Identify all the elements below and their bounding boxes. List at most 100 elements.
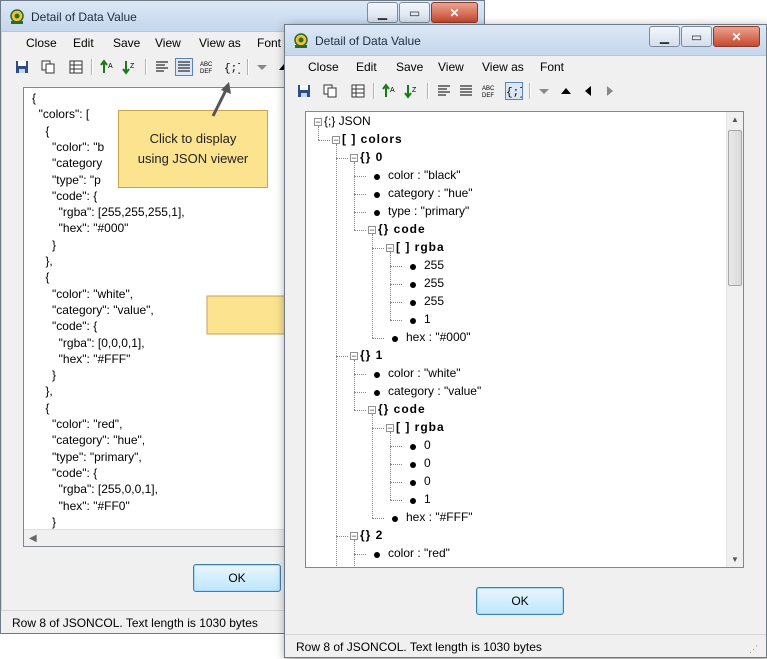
collapse-icon[interactable]: − — [350, 532, 358, 541]
menu-view-as[interactable]: View as — [482, 60, 524, 74]
close-window-button[interactable]: ✕ — [431, 2, 478, 23]
menu-close[interactable]: Close — [308, 60, 339, 74]
tree-leaf[interactable]: category : "hue" — [388, 186, 473, 200]
sort-asc-button[interactable]: A — [99, 58, 117, 76]
maximize-button[interactable]: ▭ — [399, 2, 430, 23]
tree-leaf[interactable]: color : "white" — [388, 366, 461, 380]
json-tree-view[interactable]: − {;} JSON −[ ] colors −{} 0 color : "black"… — [305, 111, 744, 568]
vertical-scrollbar[interactable]: ▲ ▼ — [726, 112, 743, 567]
tree-node[interactable]: [ ] rgba — [396, 240, 445, 254]
json-viewer-button[interactable]: {;} — [223, 58, 241, 76]
collapse-icon[interactable]: − — [386, 424, 394, 433]
collapse-icon[interactable]: − — [386, 244, 394, 253]
collapse-icon[interactable]: − — [368, 406, 376, 415]
text-view-button[interactable] — [175, 58, 193, 76]
svg-text:Z: Z — [130, 63, 135, 70]
json-viewer-button[interactable]: {;} — [505, 82, 523, 100]
tree-node[interactable]: [ ] colors — [342, 132, 403, 146]
menu-view[interactable]: View — [438, 60, 464, 74]
tree-node[interactable]: {} code — [378, 222, 426, 236]
wrap-tool-button[interactable] — [153, 58, 171, 76]
horizontal-scrollbar[interactable]: ◀ — [24, 529, 289, 546]
collapse-icon[interactable]: − — [332, 136, 340, 145]
collapse-icon[interactable]: − — [368, 226, 376, 235]
text-line: "category": "value", — [32, 302, 154, 317]
status-text: Row 8 of JSONCOL. Text length is 1030 by… — [12, 616, 258, 630]
dropdown-tool-button[interactable] — [253, 58, 271, 76]
tree-leaf[interactable]: 255 — [424, 276, 444, 290]
scroll-thumb[interactable] — [728, 130, 742, 286]
menu-view-as[interactable]: View as — [199, 36, 241, 50]
sort-ascending-icon: A — [100, 59, 113, 73]
tree-leaf[interactable]: hex : "#FFF" — [406, 510, 473, 524]
tree-leaf[interactable]: 255 — [424, 258, 444, 272]
grid-tool-button[interactable] — [349, 82, 367, 100]
text-view-button[interactable] — [457, 82, 475, 100]
minimize-button[interactable]: ▁ — [649, 26, 680, 47]
save-tool-button[interactable] — [13, 58, 31, 76]
maximize-icon: ▭ — [690, 29, 703, 44]
bullet-icon — [410, 300, 416, 306]
tree-node[interactable]: [ ] rgba — [396, 420, 445, 434]
tree-leaf[interactable]: category : "value" — [388, 384, 481, 398]
bullet-icon — [392, 336, 398, 342]
tree-leaf[interactable]: 0 — [424, 456, 431, 470]
menu-edit[interactable]: Edit — [356, 60, 377, 74]
collapse-icon[interactable]: − — [350, 154, 358, 163]
tree-node[interactable]: {} 2 — [360, 528, 383, 542]
bullet-icon — [410, 444, 416, 450]
copy-tool-button[interactable] — [321, 82, 339, 100]
scroll-up-icon[interactable]: ▲ — [731, 115, 739, 124]
save-tool-button[interactable] — [295, 82, 313, 100]
maximize-button[interactable]: ▭ — [681, 26, 712, 47]
wrap-tool-button[interactable] — [435, 82, 453, 100]
scroll-left-icon[interactable]: ◀ — [29, 533, 37, 544]
copy-tool-button[interactable] — [39, 58, 57, 76]
sort-asc-button[interactable]: A — [381, 82, 399, 100]
hex-view-button[interactable]: ABC DEF — [481, 82, 499, 100]
svg-text:DEF: DEF — [482, 93, 494, 98]
next-tool-button[interactable] — [601, 82, 619, 100]
tree-node[interactable]: {;} JSON — [324, 114, 371, 128]
grid-icon — [351, 84, 365, 98]
menu-view[interactable]: View — [155, 36, 181, 50]
menu-font[interactable]: Font — [257, 36, 281, 50]
ok-button[interactable]: OK — [476, 587, 564, 615]
svg-text:ABC: ABC — [200, 62, 213, 68]
menu-save[interactable]: Save — [113, 36, 140, 50]
close-window-button[interactable]: ✕ — [713, 26, 760, 47]
tree-leaf[interactable]: 1 — [424, 312, 431, 326]
scroll-down-icon[interactable]: ▼ — [731, 555, 739, 564]
menu-edit[interactable]: Edit — [73, 36, 94, 50]
tree-leaf[interactable]: 255 — [424, 294, 444, 308]
prev-tool-button[interactable] — [579, 82, 597, 100]
hex-view-button[interactable]: ABC DEF — [199, 58, 217, 76]
collapse-icon[interactable]: − — [314, 118, 322, 127]
collapse-icon[interactable]: − — [350, 352, 358, 361]
grid-tool-button[interactable] — [67, 58, 85, 76]
menu-font[interactable]: Font — [540, 60, 564, 74]
tree-node[interactable]: {} 1 — [360, 348, 383, 362]
tree-leaf[interactable]: 0 — [424, 474, 431, 488]
menu-save[interactable]: Save — [396, 60, 423, 74]
tree-node[interactable]: {} 0 — [360, 150, 383, 164]
sort-desc-button[interactable]: Z — [403, 82, 421, 100]
dropdown-tool-button[interactable] — [535, 82, 553, 100]
tree-node[interactable]: {} code — [378, 402, 426, 416]
ok-button[interactable]: OK — [193, 564, 281, 592]
minimize-button[interactable]: ▁ — [367, 2, 398, 23]
tree-leaf[interactable]: color : "red" — [388, 546, 450, 560]
resize-grip-icon[interactable]: ⋰ — [749, 644, 758, 655]
sort-desc-button[interactable]: Z — [121, 58, 139, 76]
tree-leaf[interactable]: 1 — [424, 492, 431, 506]
text-line: "colors": [ — [32, 107, 90, 122]
up-tool-button[interactable] — [557, 82, 575, 100]
title-bar[interactable]: Detail of Data Value ▁ ▭ ✕ — [285, 25, 766, 56]
menu-close[interactable]: Close — [26, 36, 57, 50]
tree-leaf[interactable]: color : "black" — [388, 168, 461, 182]
bullet-icon — [410, 264, 416, 270]
tree-leaf[interactable]: type : "primary" — [388, 204, 469, 218]
tree-leaf[interactable]: 0 — [424, 438, 431, 452]
status-text: Row 8 of JSONCOL. Text length is 1030 by… — [296, 640, 542, 654]
tree-leaf[interactable]: hex : "#000" — [406, 330, 471, 344]
